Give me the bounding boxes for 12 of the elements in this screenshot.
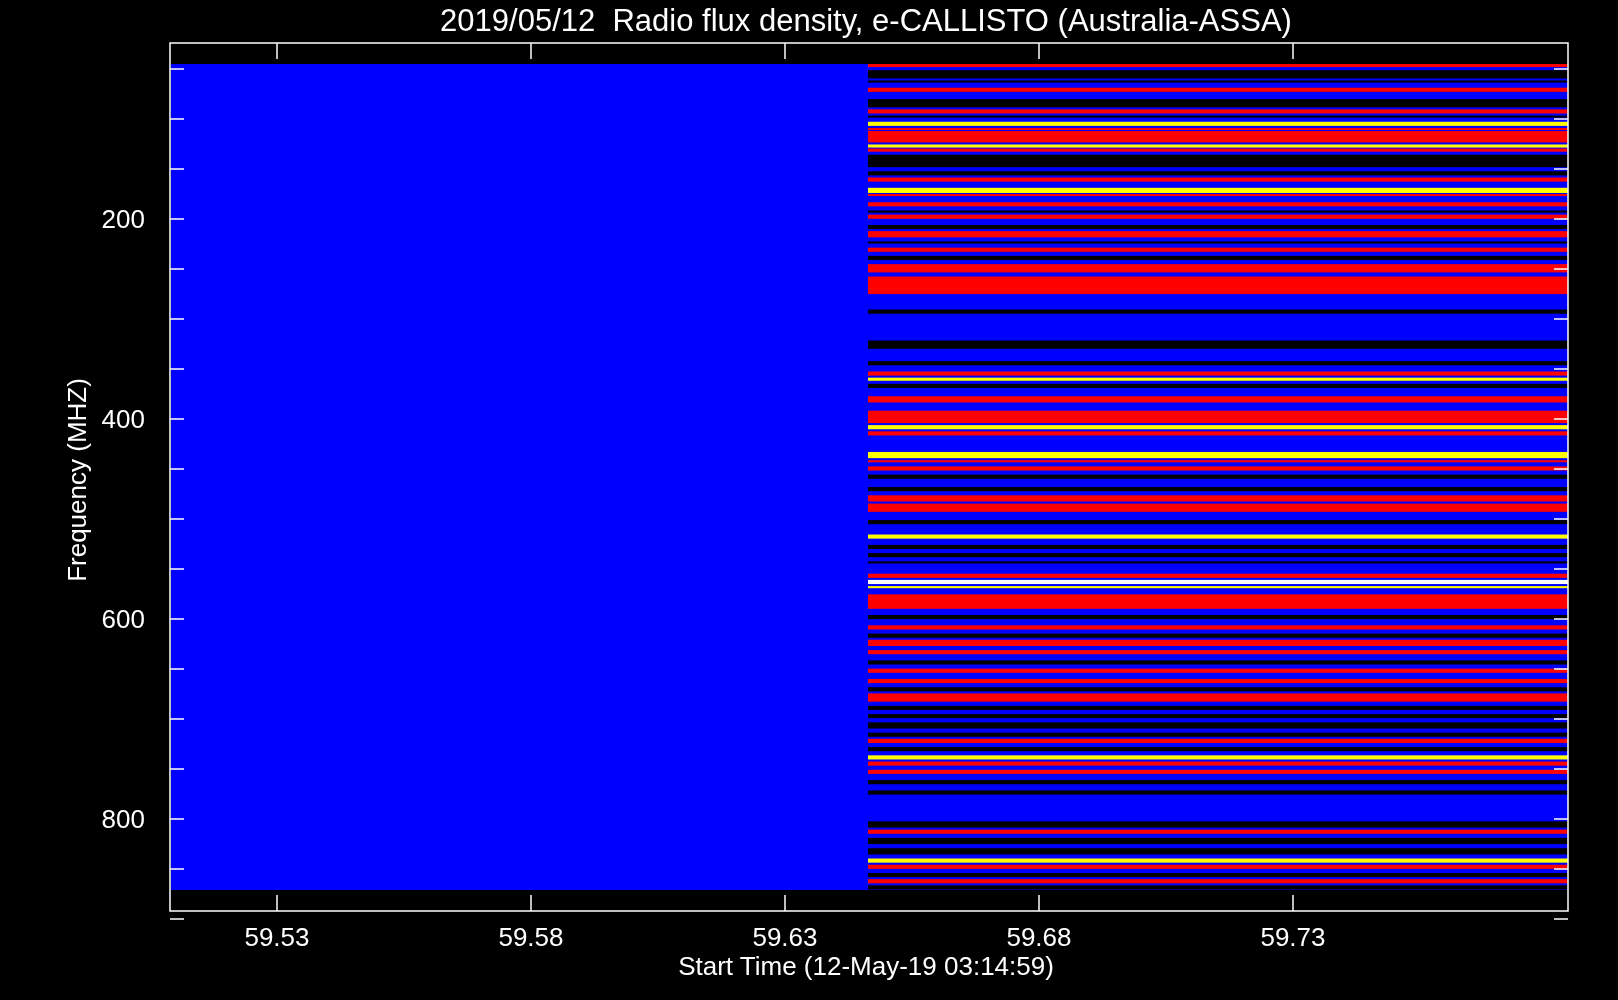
tick-label: 200 [101,204,145,234]
tick-label: 400 [101,404,145,434]
tick-label: 59.68 [1006,922,1072,952]
axis-label: Frequency (MHZ) [62,378,92,582]
plot-title: 2019/05/12 Radio flux density, e-CALLISTO (Australia-ASSA) [440,3,1292,38]
tick-label: 59.58 [498,922,564,952]
axis-label: Start Time (12-May-19 03:14:59) [678,951,1054,981]
tick-label: 59.63 [752,922,818,952]
tick-label: 59.73 [1260,922,1326,952]
tick-label: 800 [101,804,145,834]
tick-label: 59.53 [244,922,310,952]
tick-label: 600 [101,604,145,634]
